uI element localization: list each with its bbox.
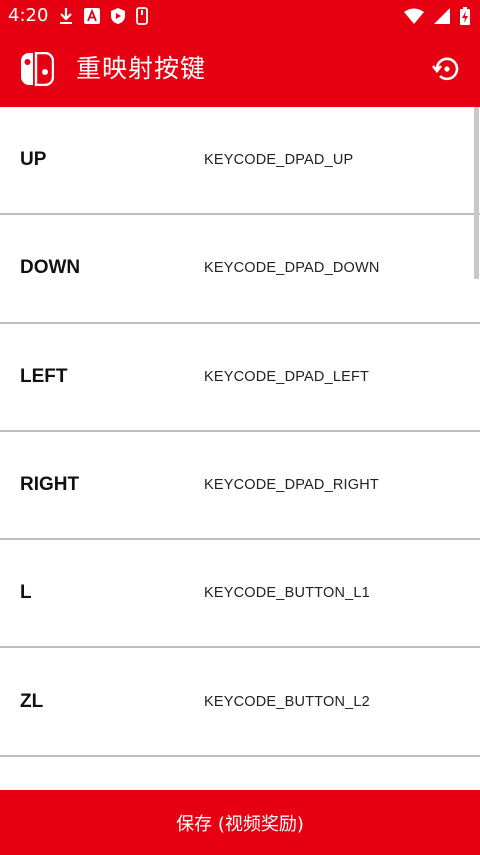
mapping-row-l[interactable]: L KEYCODE_BUTTON_L1 (0, 540, 480, 649)
mapping-row-up[interactable]: UP KEYCODE_DPAD_UP (0, 107, 480, 216)
mapping-row-left[interactable]: LEFT KEYCODE_DPAD_LEFT (0, 324, 480, 432)
restore-icon (432, 57, 459, 81)
status-notification-icons (58, 6, 148, 26)
mapping-row-partial[interactable] (0, 757, 480, 790)
battery-charging-icon (460, 7, 470, 25)
status-system-icons (404, 6, 470, 26)
key-mapping-list[interactable]: UP KEYCODE_DPAD_UP DOWN KEYCODE_DPAD_DOW… (0, 107, 480, 790)
signal-icon (434, 8, 450, 24)
mapping-row-right[interactable]: RIGHT KEYCODE_DPAD_RIGHT (0, 432, 480, 541)
app-bar: 重映射按键 (0, 32, 480, 107)
button-label: UP (20, 149, 47, 171)
keycode-value: KEYCODE_DPAD_UP (204, 152, 354, 169)
keycode-value: KEYCODE_DPAD_LEFT (204, 368, 370, 385)
mapping-row-down[interactable]: DOWN KEYCODE_DPAD_DOWN (0, 215, 480, 324)
button-label: ZL (20, 690, 44, 712)
scrollbar[interactable] (474, 107, 479, 279)
button-label: DOWN (20, 257, 81, 279)
page-title: 重映射按键 (76, 54, 207, 83)
download-icon (60, 8, 72, 24)
keycode-value: KEYCODE_DPAD_RIGHT (204, 477, 379, 494)
wifi-icon (404, 8, 424, 24)
save-button[interactable]: 保存 (视频奖励) (0, 790, 480, 855)
keycode-value: KEYCODE_DPAD_DOWN (204, 260, 380, 277)
button-label: L (20, 582, 32, 604)
status-time: 4:20 (8, 5, 49, 26)
a-notification-icon (84, 8, 100, 24)
restore-button[interactable] (430, 52, 464, 86)
switch-logo-icon (21, 52, 54, 86)
button-label: LEFT (20, 365, 68, 387)
button-label: RIGHT (20, 474, 80, 496)
mapping-row-zl[interactable]: ZL KEYCODE_BUTTON_L2 (0, 648, 480, 757)
keycode-value: KEYCODE_BUTTON_L1 (204, 585, 370, 602)
shield-icon (111, 8, 125, 24)
status-bar: 4:20 (0, 0, 480, 32)
keycode-value: KEYCODE_BUTTON_L2 (204, 693, 370, 710)
phone-icon (136, 7, 148, 25)
